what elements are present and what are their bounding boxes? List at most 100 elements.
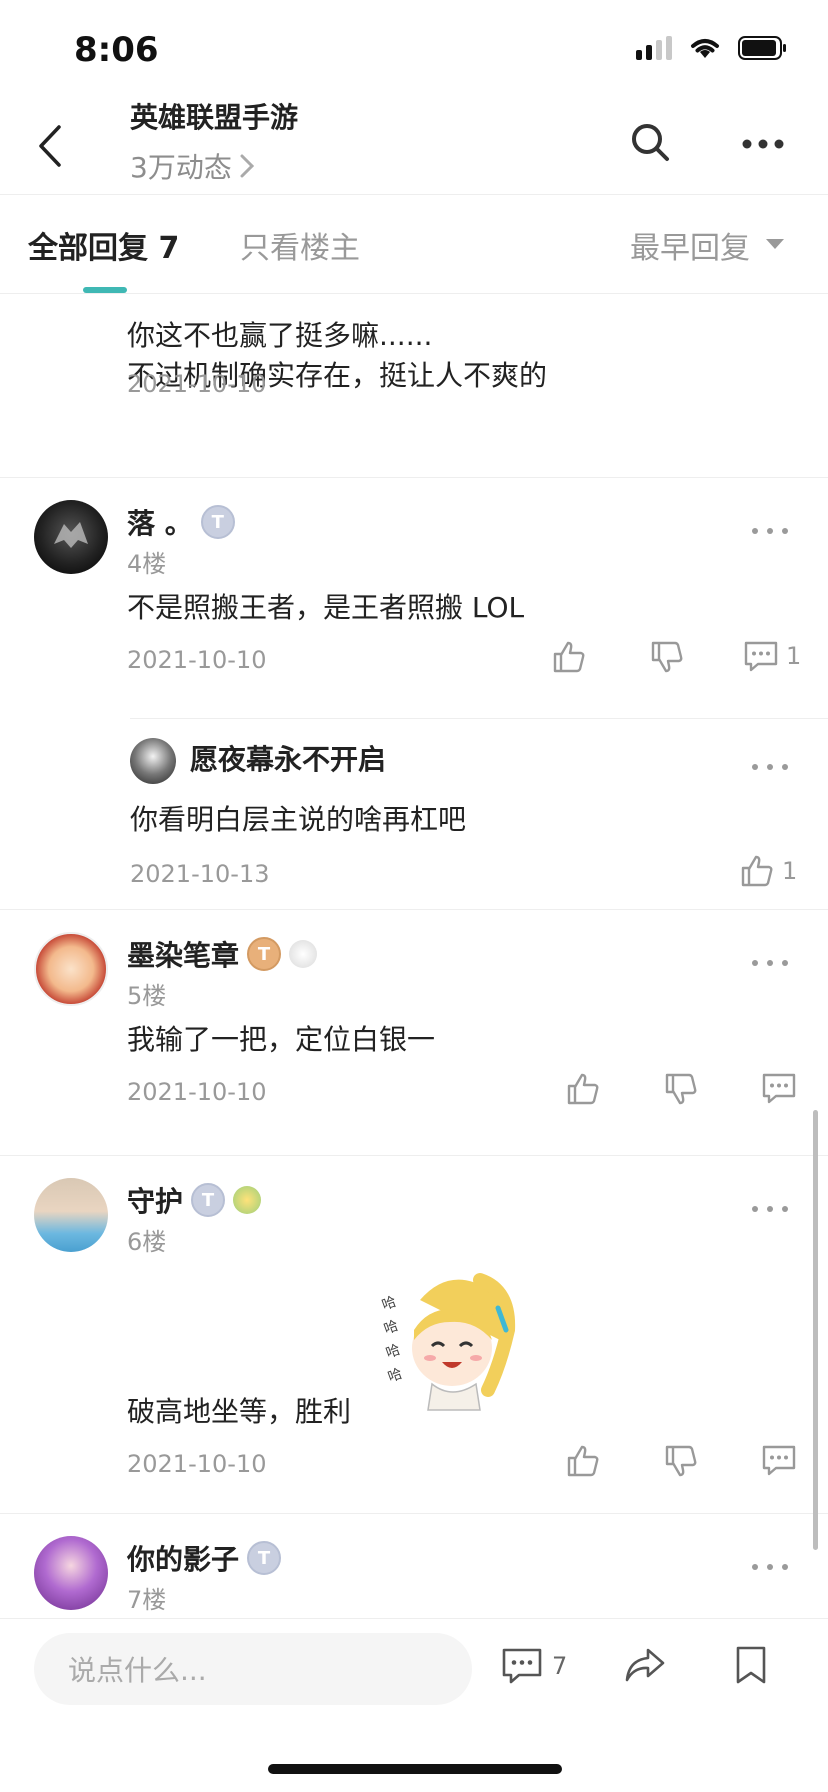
search-icon	[632, 124, 669, 161]
header: 英雄联盟手游 3万动态	[0, 96, 828, 194]
post-more-button[interactable]	[752, 958, 788, 968]
status-bar: 8:06	[0, 0, 828, 96]
post-date: 2021-10-10	[127, 1078, 267, 1106]
list-item: 你的影子 T 7楼	[0, 1514, 828, 1618]
list-item: 守护 T 6楼 破高地坐等，胜利 哈 哈 哈 哈 2021-10-10	[0, 1156, 828, 1514]
like-button[interactable]	[552, 640, 586, 674]
tab-owner-only[interactable]: 只看楼主	[240, 223, 360, 267]
list-item: 落 。 T 4楼 不是照搬王者，是王者照搬 LOL 2021-10-10 1 愿…	[0, 478, 828, 910]
comment-icon	[744, 641, 778, 672]
post-content: 破高地坐等，胜利	[127, 1395, 352, 1428]
fan-emblem	[233, 1186, 262, 1214]
fan-emblem	[289, 940, 318, 968]
back-button[interactable]	[30, 116, 70, 176]
sort-label: 最早回复	[630, 231, 750, 266]
signal-icon	[636, 36, 672, 60]
chevron-left-icon	[39, 125, 61, 167]
dislike-button[interactable]	[664, 1072, 698, 1106]
reply-button[interactable]	[762, 1072, 796, 1104]
level-badge: T	[247, 1541, 282, 1575]
post-content: 我输了一把，定位白银一	[127, 1023, 436, 1056]
laughing-sticker-image: 哈 哈 哈 哈	[380, 1273, 516, 1411]
thumbs-up-icon	[741, 855, 773, 887]
reply-like-button[interactable]: 1	[740, 854, 797, 888]
comment-icon	[762, 1073, 796, 1104]
level-badge: T	[191, 1183, 226, 1217]
post-more-button[interactable]	[752, 526, 788, 536]
post-more-button[interactable]	[752, 1204, 788, 1214]
list-item: 墨染笔章 T 5楼 我输了一把，定位白银一 2021-10-10	[0, 910, 828, 1156]
like-button[interactable]	[566, 1444, 600, 1478]
comment-icon	[502, 1648, 542, 1684]
author-name[interactable]: 落 。	[127, 502, 193, 542]
list-item: 你这不也赢了挺多嘛...... 不过机制确实存在，挺让人不爽的 2021-10-…	[0, 294, 828, 478]
sort-dropdown[interactable]: 最早回复	[630, 223, 784, 267]
status-icons	[636, 36, 788, 60]
dislike-button[interactable]	[650, 640, 684, 674]
floor-number: 5楼	[127, 982, 167, 1010]
author-row: 落 。 T	[127, 502, 235, 542]
scrollbar[interactable]	[813, 1110, 818, 1550]
author-row: 你的影子 T	[127, 1538, 282, 1578]
tab-all-replies[interactable]: 全部回复 7	[28, 223, 179, 267]
level-badge: T	[247, 937, 282, 971]
post-date: 2021-10-10	[127, 646, 267, 674]
thumbs-down-icon	[665, 1445, 697, 1477]
reply-avatar[interactable]	[130, 738, 176, 784]
thumbs-down-icon	[651, 641, 683, 673]
author-row: 守护 T	[127, 1180, 262, 1220]
share-button[interactable]	[624, 1647, 666, 1687]
bookmark-button[interactable]	[734, 1645, 768, 1689]
svg-text:哈: 哈	[382, 1318, 401, 1338]
active-tab-indicator	[83, 287, 127, 293]
author-row: 墨染笔章 T	[127, 934, 318, 974]
avatar[interactable]	[34, 932, 108, 1006]
author-name[interactable]: 墨染笔章	[127, 934, 239, 974]
author-name[interactable]: 你的影子	[127, 1538, 239, 1578]
svg-text:哈: 哈	[386, 1366, 405, 1386]
chevron-right-icon	[240, 154, 254, 178]
more-button[interactable]	[738, 122, 788, 166]
avatar[interactable]	[34, 500, 108, 574]
dislike-button[interactable]	[664, 1444, 698, 1478]
page-title[interactable]: 英雄联盟手游	[130, 96, 298, 136]
like-button[interactable]	[566, 1072, 600, 1106]
avatar[interactable]	[34, 1178, 108, 1252]
battery-icon	[738, 36, 786, 60]
comments-button[interactable]: 7	[502, 1647, 567, 1685]
home-indicator[interactable]	[268, 1764, 562, 1774]
reply-button[interactable]: 1	[744, 640, 801, 672]
reply-date: 2021-10-13	[130, 860, 270, 888]
reply-more-button[interactable]	[752, 762, 788, 772]
thumbs-up-icon	[567, 1445, 599, 1477]
caret-down-icon	[766, 239, 784, 249]
wolf-emblem-icon	[54, 522, 88, 548]
bookmark-icon	[736, 1646, 766, 1684]
reply-list[interactable]: 你这不也赢了挺多嘛...... 不过机制确实存在，挺让人不爽的 2021-10-…	[0, 294, 828, 1618]
status-time: 8:06	[74, 30, 159, 70]
post-date: 2021-10-10	[127, 1450, 267, 1478]
comment-input[interactable]: 说点什么...	[34, 1633, 472, 1705]
reply-author-name[interactable]: 愿夜幕永不开启	[190, 738, 386, 778]
reply-count: 1	[786, 642, 802, 670]
reply-like-count: 1	[782, 857, 798, 885]
reply-content: 你看明白层主说的啥再杠吧	[130, 803, 467, 836]
community-stats-link[interactable]: 3万动态	[130, 146, 254, 186]
author-name[interactable]: 守护	[127, 1180, 183, 1220]
thumbs-up-icon	[567, 1073, 599, 1105]
post-date: 2021-10-10	[127, 370, 267, 398]
reply-button[interactable]	[762, 1444, 796, 1476]
svg-text:哈: 哈	[380, 1294, 399, 1314]
svg-text:哈: 哈	[384, 1342, 403, 1362]
community-stats: 3万动态	[130, 151, 232, 184]
post-more-button[interactable]	[752, 1562, 788, 1572]
more-icon	[742, 139, 784, 149]
avatar[interactable]	[34, 1536, 108, 1610]
post-content: 不是照搬王者，是王者照搬 LOL	[127, 591, 525, 624]
comment-icon	[762, 1445, 796, 1476]
wifi-icon	[691, 39, 719, 58]
thumbs-down-icon	[665, 1073, 697, 1105]
comment-count: 7	[552, 1652, 568, 1680]
search-button[interactable]	[630, 122, 674, 166]
divider	[130, 718, 828, 719]
